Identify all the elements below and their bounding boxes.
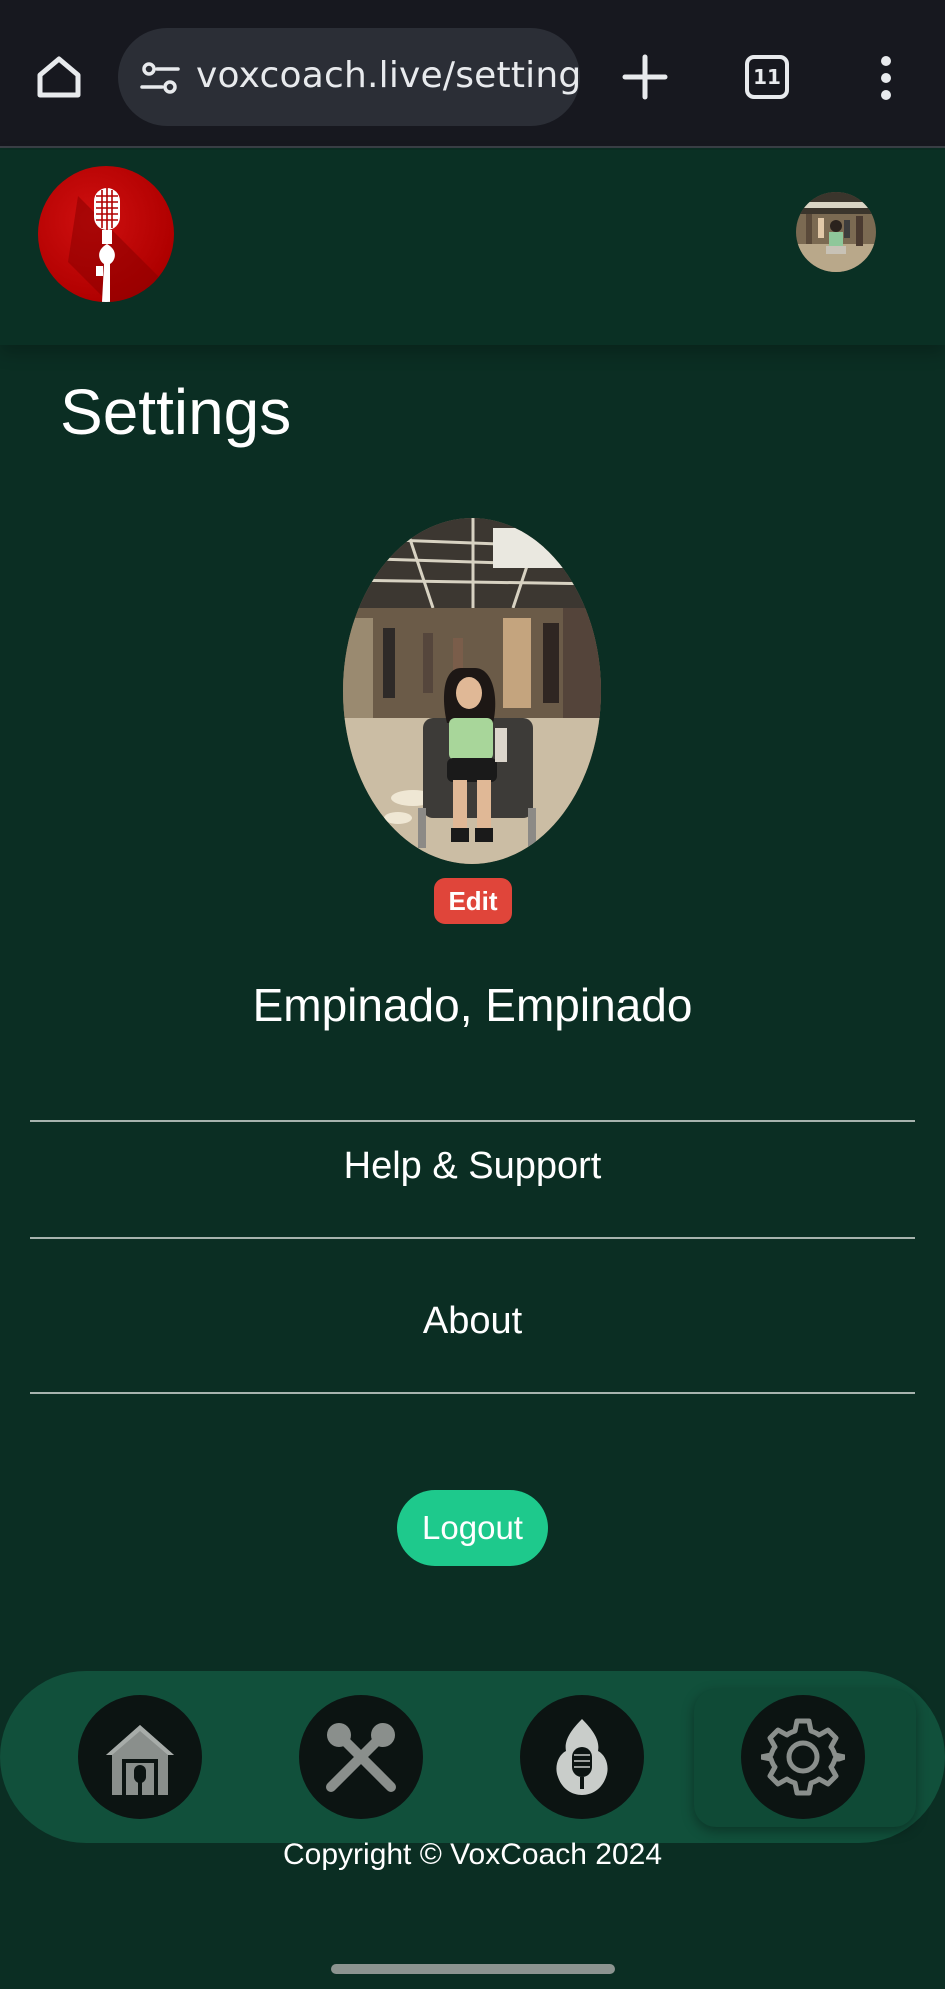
url-text[interactable]: voxcoach.live/settings <box>196 55 580 96</box>
address-bar[interactable]: voxcoach.live/settings <box>118 28 580 126</box>
tune-icon[interactable] <box>140 58 180 98</box>
browser-toolbar: voxcoach.live/settings 11 <box>0 0 945 148</box>
about-link[interactable]: About <box>0 1300 945 1343</box>
bottom-nav <box>0 1671 945 1843</box>
microphone-logo[interactable] <box>38 166 174 302</box>
home-icon <box>37 56 81 98</box>
divider <box>30 1392 915 1394</box>
nav-sing-button[interactable] <box>520 1695 644 1819</box>
settings-gear-icon <box>761 1718 845 1796</box>
app-header <box>0 150 945 345</box>
divider <box>30 1120 915 1122</box>
divider <box>30 1237 915 1239</box>
help-support-link[interactable]: Help & Support <box>0 1145 945 1188</box>
nav-home-button[interactable] <box>78 1695 202 1819</box>
more-vert-icon[interactable] <box>868 54 904 102</box>
tab-switcher-button[interactable]: 11 <box>745 55 789 99</box>
profile-photo-image <box>343 518 601 864</box>
tab-count: 11 <box>753 65 781 89</box>
flame-microphone-icon <box>556 1719 608 1795</box>
browser-home-button[interactable] <box>30 48 88 106</box>
nav-duet-button[interactable] <box>299 1695 423 1819</box>
nav-settings-button[interactable] <box>741 1695 865 1819</box>
microphone-icon <box>68 188 174 302</box>
gesture-home-indicator[interactable] <box>331 1964 615 1974</box>
crossed-microphones-icon <box>326 1723 396 1792</box>
home-icon <box>106 1725 174 1795</box>
logout-button[interactable]: Logout <box>397 1490 548 1566</box>
profile-photo <box>343 518 601 864</box>
user-avatar[interactable] <box>796 192 876 272</box>
user-name: Empinado, Empinado <box>252 979 693 1031</box>
copyright-text: Copyright © VoxCoach 2024 <box>283 1838 662 1871</box>
edit-profile-button[interactable]: Edit <box>434 878 512 924</box>
page-title: Settings <box>60 376 292 448</box>
plus-icon[interactable] <box>618 50 672 104</box>
avatar-photo <box>796 192 876 272</box>
